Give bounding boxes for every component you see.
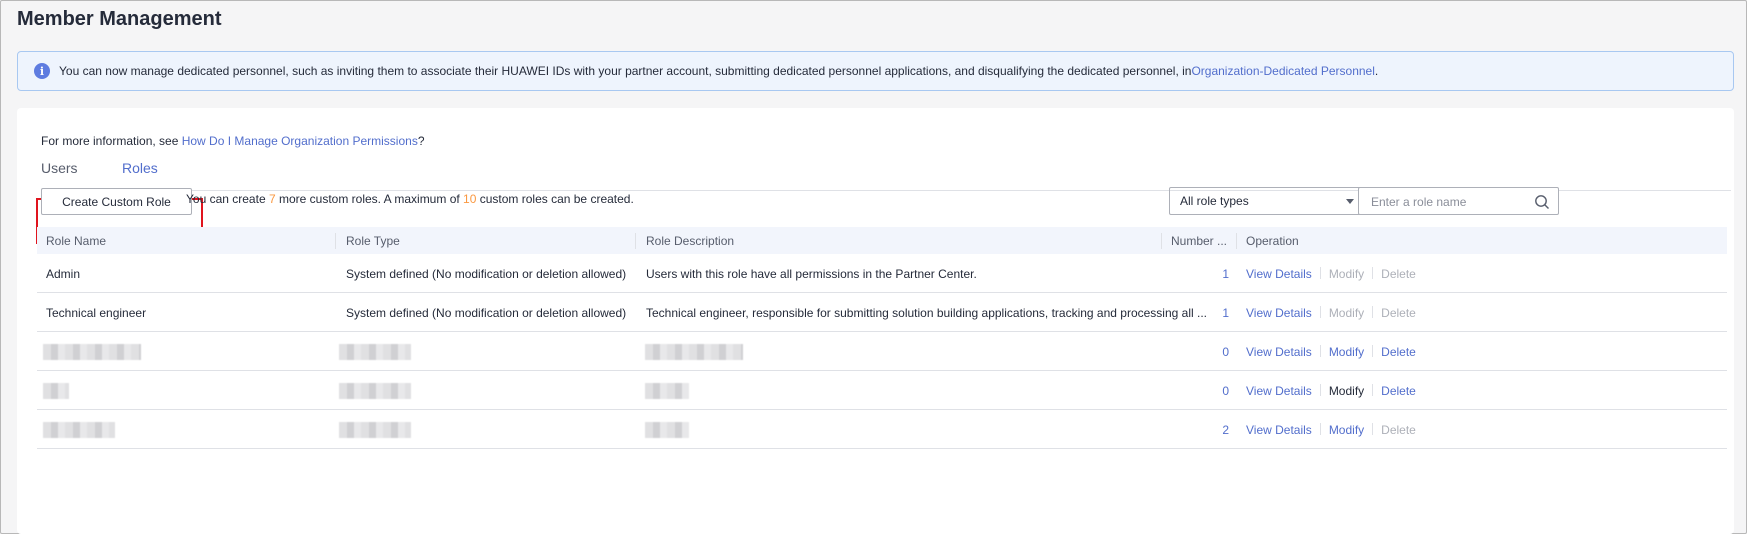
view-details-link[interactable]: View Details (1246, 267, 1312, 281)
view-details-link[interactable]: View Details (1246, 423, 1312, 437)
chevron-down-icon (1346, 199, 1354, 204)
info-notice: i You can now manage dedicated personnel… (17, 51, 1734, 91)
modify-link[interactable]: Modify (1329, 345, 1364, 359)
header-role-description: Role Description (646, 234, 735, 248)
view-details-link[interactable]: View Details (1246, 384, 1312, 398)
table-header: Role Name Role Type Role Description Num… (37, 227, 1727, 254)
search-icon[interactable] (1534, 194, 1550, 210)
delete-link: Delete (1381, 423, 1416, 437)
row-operations: View Details Modify Delete (1246, 345, 1416, 359)
create-custom-role-button[interactable]: Create Custom Role (41, 188, 192, 215)
table-row: 0 View Details Modify Delete (37, 332, 1727, 371)
member-count-link[interactable]: 0 (1199, 384, 1229, 398)
role-name: Technical engineer (46, 306, 147, 320)
role-type-select[interactable]: All role types (1169, 187, 1365, 215)
info-icon: i (34, 63, 50, 79)
dedicated-personnel-link[interactable]: Organization-Dedicated Personnel (1191, 64, 1374, 78)
view-details-link[interactable]: View Details (1246, 306, 1312, 320)
remaining-count: 7 (268, 192, 276, 206)
notice-suffix: . (1374, 64, 1379, 78)
table-row: 0 View Details Modify Delete (37, 371, 1727, 410)
modify-link[interactable]: Modify (1329, 423, 1364, 437)
role-type: System defined (No modification or delet… (346, 306, 627, 320)
member-count-link[interactable]: 1 (1199, 306, 1229, 320)
permissions-help-link[interactable]: How Do I Manage Organization Permissions (182, 134, 418, 148)
table-row: Technical engineer System defined (No mo… (37, 293, 1727, 332)
row-operations: View Details Modify Delete (1246, 267, 1416, 281)
redacted-description (645, 383, 689, 399)
tab-users[interactable]: Users (41, 160, 78, 176)
help-prefix: For more information, see (41, 134, 182, 148)
header-number: Number ... (1171, 234, 1228, 248)
redacted-type (339, 422, 411, 438)
quota-text: You can create 7 more custom roles. A ma… (186, 192, 634, 206)
header-divider (1161, 233, 1162, 249)
modify-link: Modify (1328, 267, 1365, 281)
delete-link: Delete (1381, 306, 1416, 320)
row-operations: View Details Modify Delete (1246, 306, 1416, 320)
header-operation: Operation (1246, 234, 1299, 248)
tab-roles[interactable]: Roles (122, 160, 158, 176)
quota-suffix: custom roles can be created. (476, 192, 634, 206)
page-title: Member Management (17, 8, 222, 30)
redacted-name (43, 383, 69, 399)
header-divider (1236, 233, 1237, 249)
content-card: For more information, see How Do I Manag… (17, 108, 1734, 534)
member-count-link[interactable]: 0 (1199, 345, 1229, 359)
role-search-input[interactable] (1369, 189, 1533, 215)
table-row: 2 View Details Modify Delete (37, 410, 1727, 449)
modify-link: Modify (1328, 306, 1365, 320)
row-operations: View Details Modify Delete (1246, 384, 1416, 398)
role-search-box (1358, 187, 1559, 215)
role-type-value: All role types (1180, 194, 1249, 208)
header-divider (635, 233, 636, 249)
max-count: 10 (463, 192, 477, 206)
notice-text: You can now manage dedicated personnel, … (59, 64, 1192, 78)
redacted-name (43, 422, 115, 438)
role-description: Users with this role have all permission… (646, 267, 977, 281)
redacted-name (43, 344, 141, 360)
member-count-link[interactable]: 2 (1199, 423, 1229, 437)
view-details-link[interactable]: View Details (1246, 345, 1312, 359)
delete-link[interactable]: Delete (1381, 345, 1416, 359)
redacted-type (339, 344, 411, 360)
redacted-description (645, 422, 689, 438)
role-type: System defined (No modification or delet… (346, 267, 627, 281)
quota-mid: more custom roles. A maximum of (275, 192, 464, 206)
member-count-link[interactable]: 1 (1199, 267, 1229, 281)
header-role-name: Role Name (46, 234, 107, 248)
role-description: Technical engineer, responsible for subm… (646, 306, 1207, 320)
delete-link: Delete (1381, 267, 1416, 281)
header-divider (335, 233, 336, 249)
help-suffix: ? (417, 134, 425, 148)
redacted-description (645, 344, 743, 360)
delete-link[interactable]: Delete (1381, 384, 1416, 398)
quota-prefix: You can create (186, 192, 269, 206)
help-line: For more information, see How Do I Manag… (41, 134, 425, 148)
modify-link[interactable]: Modify (1329, 384, 1364, 398)
roles-table: Role Name Role Type Role Description Num… (37, 227, 1727, 449)
role-name: Admin (46, 267, 81, 281)
row-operations: View Details Modify Delete (1246, 423, 1416, 437)
redacted-type (339, 383, 411, 399)
table-row: Admin System defined (No modification or… (37, 254, 1727, 293)
header-role-type: Role Type (346, 234, 400, 248)
